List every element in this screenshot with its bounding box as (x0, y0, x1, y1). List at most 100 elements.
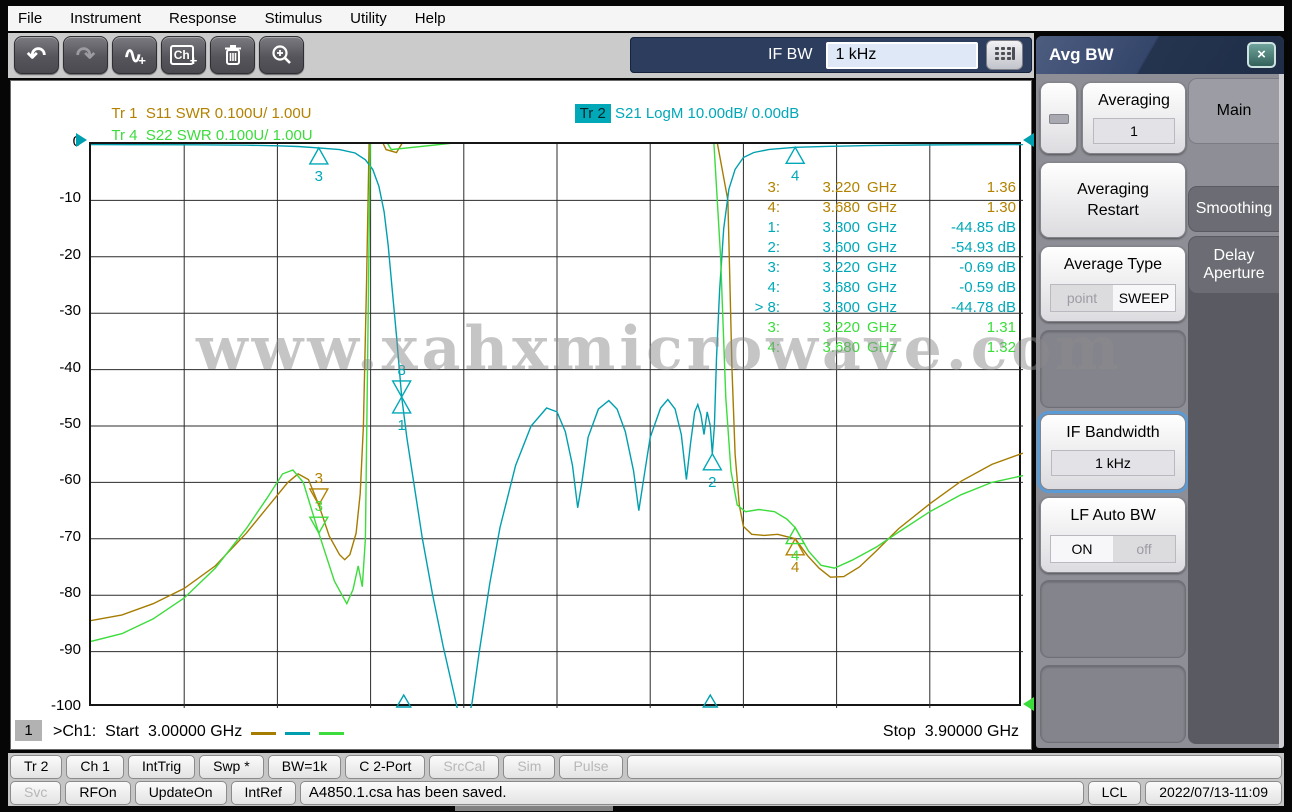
menu-item-stimulus[interactable]: Stimulus (265, 10, 323, 27)
menu-item-file[interactable]: File (18, 10, 42, 27)
undo-icon: ↶ (27, 44, 46, 67)
status-button-pulse[interactable]: Pulse (559, 755, 622, 779)
delete-button[interactable] (210, 36, 255, 74)
status-bar: Tr 2Ch 1IntTrigSwp *BW=1kC 2-PortSrcCalS… (8, 753, 1284, 806)
lf-auto-bw-softkey[interactable]: LF Auto BW ON off (1040, 497, 1186, 573)
softkey-panel: Avg BW × Averaging 1 Averaging Restart A… (1036, 36, 1284, 748)
panel-edge-strip (1279, 74, 1284, 748)
tab-main[interactable]: Main (1188, 78, 1279, 144)
averaging-restart-label: Averaging Restart (1041, 179, 1185, 221)
averaging-onoff-toggle[interactable] (1040, 82, 1077, 154)
status-button-inttrig[interactable]: IntTrig (128, 755, 195, 779)
status-button-bw-1k[interactable]: BW=1k (268, 755, 342, 779)
panel-close-button[interactable]: × (1247, 42, 1276, 68)
menu-bar: File Instrument Response Stimulus Utility Hel… (8, 6, 1284, 31)
zoom-button[interactable] (259, 36, 304, 74)
ifbw-label: IF BW (768, 46, 812, 64)
marker-row: > 8:3.300GHz-44.78 dB (734, 298, 1016, 318)
average-type-sweep-option[interactable]: SWEEP (1113, 285, 1175, 311)
tab-delay-aperture[interactable]: Delay Aperture (1188, 236, 1279, 294)
status-button-c-2-port[interactable]: C 2-Port (345, 755, 425, 779)
lf-auto-bw-label: LF Auto BW (1041, 507, 1185, 525)
menu-item-help[interactable]: Help (415, 10, 446, 27)
blank-softkey-1 (1040, 330, 1186, 408)
keypad-button[interactable] (986, 40, 1023, 70)
status-row-2: SvcRFOnUpdateOnIntRefA4850.1.csa has bee… (10, 781, 1282, 805)
stop-label: Stop (883, 723, 916, 740)
svg-text:2: 2 (708, 474, 716, 491)
toggle-pill-icon (1049, 114, 1069, 124)
panel-title: Avg BW (1049, 45, 1114, 65)
status-button-lcl[interactable]: LCL (1088, 781, 1142, 805)
average-type-point-option[interactable]: point (1051, 285, 1113, 311)
marker-row: 4:3.680GHz1.32 (734, 338, 1016, 358)
tr4-color-dash (319, 732, 344, 735)
if-bandwidth-label: IF Bandwidth (1041, 424, 1185, 442)
status-button-sim[interactable]: Sim (503, 755, 555, 779)
svg-text:1: 1 (397, 417, 405, 434)
y-tick-label: -70 (27, 528, 81, 545)
status-button-tr-2[interactable]: Tr 2 (10, 755, 62, 779)
marker-row: 4:3.680GHz1.30 (734, 198, 1016, 218)
marker-row: 1:3.300GHz-44.85 dB (734, 218, 1016, 238)
y-tick-label: -80 (27, 584, 81, 601)
status-button-srccal[interactable]: SrcCal (429, 755, 499, 779)
redo-button[interactable]: ↷ (63, 36, 108, 74)
undo-button[interactable]: ↶ (14, 36, 59, 74)
scrollbar-thumb[interactable] (455, 806, 613, 811)
start-label: Start (105, 723, 139, 741)
magnifier-plus-icon (271, 44, 293, 66)
stop-value: 3.90000 GHz (925, 723, 1019, 740)
y-tick-label: -10 (27, 189, 81, 206)
tr2-ref-arrow-right (1023, 133, 1034, 147)
svg-text:3: 3 (315, 470, 323, 487)
status-button-swp[interactable]: Swp * (199, 755, 264, 779)
average-type-softkey[interactable]: Average Type point SWEEP (1040, 246, 1186, 322)
plus-icon: + (190, 53, 198, 68)
channel-label: >Ch1: (53, 723, 96, 741)
status-button-intref[interactable]: IntRef (231, 781, 296, 805)
start-value: 3.00000 GHz (148, 723, 242, 741)
svg-text:3: 3 (315, 168, 323, 185)
channel-badge: 1 (15, 720, 42, 741)
trace2-legend[interactable]: Tr 2 S21 LogM 10.00dB/ 0.00dB (558, 88, 799, 139)
redo-icon: ↷ (76, 44, 95, 67)
averaging-restart-softkey[interactable]: Averaging Restart (1040, 162, 1186, 238)
add-trace-button[interactable]: ∿ + (112, 36, 157, 74)
svg-text:4: 4 (791, 548, 799, 565)
status-button-svc[interactable]: Svc (10, 781, 61, 805)
y-tick-label: -60 (27, 471, 81, 488)
average-type-label: Average Type (1041, 256, 1185, 274)
plus-icon: + (138, 53, 146, 68)
status-button-ch-1[interactable]: Ch 1 (66, 755, 124, 779)
keypad-icon (993, 45, 1017, 65)
marker-row: 2:3.600GHz-54.93 dB (734, 238, 1016, 258)
averaging-softkey[interactable]: Averaging 1 (1082, 82, 1186, 154)
blank-softkey-2 (1040, 580, 1186, 658)
status-button-2022-07-13-11-09[interactable]: 2022/07/13-11:09 (1145, 781, 1282, 805)
add-channel-button[interactable]: Ch + (161, 36, 206, 74)
svg-text:8: 8 (397, 362, 405, 379)
if-bandwidth-softkey[interactable]: IF Bandwidth 1 kHz (1040, 414, 1186, 490)
trace2-label-selected: Tr 2 (575, 104, 611, 123)
svg-text:3: 3 (315, 498, 323, 515)
lf-auto-bw-off-option[interactable]: off (1113, 536, 1175, 562)
y-tick-label: -20 (27, 246, 81, 263)
marker-row: 3:3.220GHz-0.69 dB (734, 258, 1016, 278)
tab-smoothing[interactable]: Smoothing (1188, 186, 1279, 232)
ifbw-input[interactable] (826, 42, 978, 69)
y-tick-label: -30 (27, 302, 81, 319)
panel-tabs: Main SmoothingDelay Aperture (1188, 76, 1279, 744)
menu-item-instrument[interactable]: Instrument (70, 10, 141, 27)
y-tick-label: 0 (27, 133, 81, 150)
y-tick-label: -40 (27, 359, 81, 376)
blank-softkey-3 (1040, 665, 1186, 743)
status-button-rfon[interactable]: RFOn (65, 781, 130, 805)
menu-item-response[interactable]: Response (169, 10, 237, 27)
lf-auto-bw-on-option[interactable]: ON (1051, 536, 1113, 562)
marker-readout-table: 3:3.220GHz1.364:3.680GHz1.301:3.300GHz-4… (734, 178, 1016, 358)
status-button-updateon[interactable]: UpdateOn (135, 781, 227, 805)
trace2-format: S21 LogM 10.00dB/ 0.00dB (615, 105, 799, 122)
trash-icon (223, 44, 243, 66)
menu-item-utility[interactable]: Utility (350, 10, 387, 27)
